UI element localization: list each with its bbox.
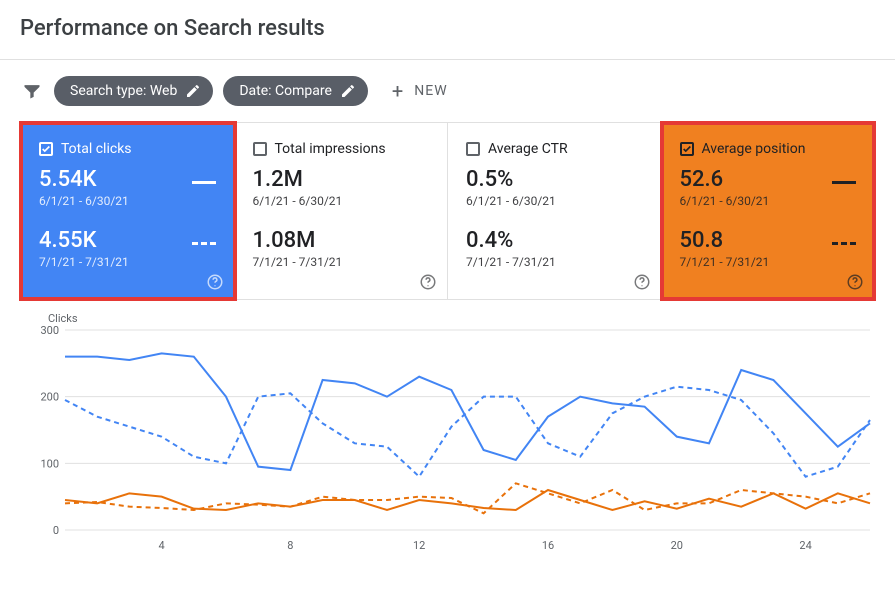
- checkbox-icon[interactable]: [253, 142, 267, 156]
- date-compare-chip[interactable]: Date: Compare: [223, 76, 368, 106]
- metric-label: Total clicks: [61, 141, 132, 157]
- chart-wrap: Clicks 0 100 200 300 4 8 12 16 20 24: [20, 312, 875, 555]
- metric-card-average-ctr[interactable]: Average CTR 0.5% 6/1/21 - 6/30/21 0.4% 7/1/2…: [448, 123, 662, 299]
- metric-value-b: 4.55K: [39, 228, 129, 253]
- filter-bar: Search type: Web Date: Compare + NEW: [0, 60, 895, 122]
- date-range-b: 7/1/21 - 7/31/21: [466, 255, 556, 269]
- metric-card-average-position[interactable]: Average position 52.6 6/1/21 - 6/30/21 50.8…: [662, 123, 875, 299]
- metric-value-b: 1.08M: [253, 228, 343, 253]
- date-range-a: 6/1/21 - 6/30/21: [39, 194, 129, 208]
- help-icon[interactable]: [633, 273, 651, 291]
- svg-text:100: 100: [40, 457, 59, 470]
- metric-value-b: 50.8: [680, 228, 770, 253]
- date-range-b: 7/1/21 - 7/31/21: [39, 255, 129, 269]
- svg-text:16: 16: [542, 539, 554, 552]
- pencil-icon: [340, 83, 356, 99]
- metric-value-a: 1.2M: [253, 167, 343, 192]
- svg-text:24: 24: [799, 539, 811, 552]
- date-range-a: 6/1/21 - 6/30/21: [253, 194, 343, 208]
- date-range-a: 6/1/21 - 6/30/21: [466, 194, 556, 208]
- help-icon[interactable]: [419, 273, 437, 291]
- help-icon[interactable]: [206, 273, 224, 291]
- svg-text:20: 20: [671, 539, 683, 552]
- chip-label: Date: Compare: [239, 83, 332, 99]
- legend-line-solid: [192, 181, 216, 184]
- plus-icon: +: [392, 81, 404, 101]
- page-title: Performance on Search results: [20, 16, 875, 41]
- metric-value-a: 0.5%: [466, 167, 556, 192]
- metric-value-b: 0.4%: [466, 228, 556, 253]
- svg-text:8: 8: [287, 539, 293, 552]
- svg-text:300: 300: [40, 325, 59, 337]
- svg-text:4: 4: [159, 539, 165, 552]
- metric-value-a: 5.54K: [39, 167, 129, 192]
- search-type-chip[interactable]: Search type: Web: [54, 76, 213, 106]
- svg-text:12: 12: [413, 539, 425, 552]
- metric-card-total-impressions[interactable]: Total impressions 1.2M 6/1/21 - 6/30/21 1.0…: [235, 123, 449, 299]
- new-filter-button[interactable]: + NEW: [392, 81, 448, 101]
- performance-chart: 0 100 200 300 4 8 12 16 20 24: [20, 325, 875, 555]
- date-range-a: 6/1/21 - 6/30/21: [680, 194, 770, 208]
- filter-icon[interactable]: [20, 79, 44, 103]
- pencil-icon: [185, 83, 201, 99]
- chip-label: Search type: Web: [70, 83, 177, 99]
- metric-label: Average CTR: [488, 141, 568, 157]
- legend-line-solid: [832, 181, 856, 184]
- date-range-b: 7/1/21 - 7/31/21: [680, 255, 770, 269]
- legend-line-dashed: [832, 242, 856, 245]
- page-header: Performance on Search results: [0, 0, 895, 60]
- svg-text:0: 0: [53, 524, 59, 537]
- svg-text:200: 200: [40, 391, 59, 404]
- metric-card-total-clicks[interactable]: Total clicks 5.54K 6/1/21 - 6/30/21 4.55K 7/…: [21, 123, 235, 299]
- y-axis-label: Clicks: [48, 312, 875, 325]
- metric-cards-row: Total clicks 5.54K 6/1/21 - 6/30/21 4.55K 7/…: [20, 122, 875, 300]
- metric-label: Total impressions: [275, 141, 386, 157]
- checkbox-icon[interactable]: [466, 142, 480, 156]
- metric-value-a: 52.6: [680, 167, 770, 192]
- checkbox-icon[interactable]: [680, 142, 694, 156]
- new-label: NEW: [414, 83, 447, 99]
- metric-label: Average position: [702, 141, 806, 157]
- checkbox-icon[interactable]: [39, 142, 53, 156]
- date-range-b: 7/1/21 - 7/31/21: [253, 255, 343, 269]
- legend-line-dashed: [192, 242, 216, 245]
- help-icon[interactable]: [846, 273, 864, 291]
